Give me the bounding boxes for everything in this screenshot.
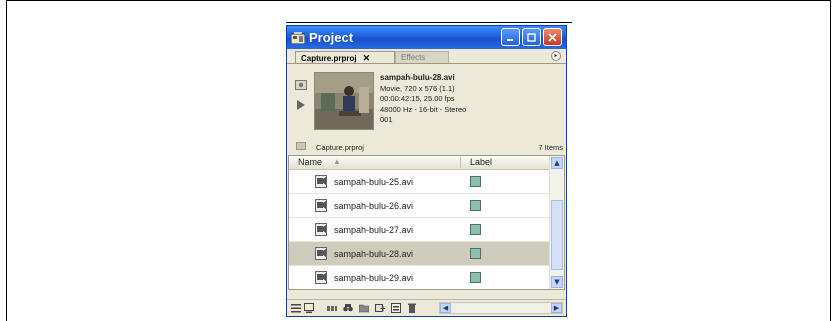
file-name: sampah-bulu-25.avi: [334, 177, 414, 187]
file-name: sampah-bulu-29.avi: [334, 273, 414, 283]
window-title: Project: [309, 30, 354, 45]
panel-menu-button[interactable]: ▸: [551, 51, 561, 61]
label-color-swatch: [470, 200, 481, 211]
minimize-button[interactable]: [501, 28, 520, 46]
title-bar[interactable]: Project: [287, 26, 566, 49]
scroll-down-button[interactable]: ▼: [551, 276, 563, 288]
list-item[interactable]: sampah-bulu-26.avi: [289, 194, 549, 218]
new-item-icon[interactable]: [375, 303, 385, 313]
play-icon[interactable]: [295, 100, 307, 110]
column-header-label[interactable]: Label: [470, 157, 492, 167]
horizontal-scrollbar[interactable]: ◀ ▶: [439, 302, 563, 314]
new-bin-icon[interactable]: [359, 303, 369, 313]
tab-close-icon[interactable]: ✕: [363, 53, 371, 63]
project-name: Capture.prproj: [316, 143, 364, 152]
thumbnail-image: [315, 73, 373, 129]
poster-frame-icon[interactable]: [295, 80, 307, 90]
new-sequence-icon[interactable]: [391, 303, 401, 313]
icon-view-icon[interactable]: [304, 303, 314, 313]
tab-bar: Capture.prproj ✕ Effects ▸: [287, 49, 566, 64]
list-view-icon[interactable]: [291, 303, 301, 313]
file-name: sampah-bulu-26.avi: [334, 201, 414, 211]
column-header-name[interactable]: Name: [298, 157, 322, 167]
video-clip-icon: [315, 175, 327, 188]
tab-capture-prproj[interactable]: Capture.prproj ✕: [295, 51, 395, 63]
label-color-swatch: [470, 272, 481, 283]
clip-preview-area: sampah-bulu-28.avi Movie, 720 x 576 (1.1…: [287, 66, 566, 134]
clip-thumbnail: [314, 72, 374, 130]
label-color-swatch: [470, 224, 481, 235]
clip-format: Movie, 720 x 576 (1.1): [380, 83, 455, 93]
list-item[interactable]: sampah-bulu-25.avi: [289, 170, 549, 194]
maximize-button[interactable]: [522, 28, 541, 46]
video-clip-icon: [315, 247, 327, 260]
maximize-icon: [527, 32, 536, 42]
clip-audio: 48000 Hz - 16-bit - Stereo: [380, 104, 467, 114]
tab-effects[interactable]: Effects: [395, 51, 449, 63]
file-name: sampah-bulu-28.avi: [334, 249, 414, 259]
project-info-bar: Capture.prproj 7 Items: [287, 140, 566, 154]
video-clip-icon: [315, 223, 327, 236]
tab-label: Effects: [401, 53, 426, 62]
premiere-app-icon: [291, 31, 305, 44]
column-divider[interactable]: [460, 157, 461, 168]
list-item[interactable]: sampah-bulu-27.avi: [289, 218, 549, 242]
divider-line: [286, 22, 572, 23]
list-header: Name ▲ Label: [289, 156, 549, 170]
project-item-list: Name ▲ Label sampah-bulu-25.avi sampah-b…: [288, 155, 565, 290]
close-icon: [548, 32, 557, 42]
project-window: Project Capture.prproj ✕ Effects ▸ sampa…: [286, 25, 567, 317]
clip-duration: 00:00:42:15, 25.00 fps: [380, 94, 455, 103]
label-color-swatch: [470, 248, 481, 259]
scroll-up-button[interactable]: ▲: [551, 157, 563, 169]
list-item-selected[interactable]: sampah-bulu-28.avi: [289, 242, 549, 266]
clip-usage: 001: [380, 115, 393, 124]
clear-icon[interactable]: [407, 303, 417, 313]
vertical-scrollbar[interactable]: ▲ ▼: [549, 156, 564, 289]
scroll-left-button[interactable]: ◀: [440, 303, 451, 313]
item-count: 7 Items: [538, 143, 563, 152]
project-folder-icon: [296, 142, 306, 150]
video-clip-icon: [315, 271, 327, 284]
label-color-swatch: [470, 176, 481, 187]
scrollbar-thumb[interactable]: [551, 200, 563, 270]
bottom-toolbar: ◀ ▶: [287, 299, 566, 316]
scroll-right-button[interactable]: ▶: [551, 303, 562, 313]
sort-arrow-icon: ▲: [333, 157, 341, 166]
find-icon[interactable]: [343, 303, 353, 313]
clip-info: sampah-bulu-28.avi Movie, 720 x 576 (1.1…: [380, 73, 466, 126]
file-name: sampah-bulu-27.avi: [334, 225, 414, 235]
video-clip-icon: [315, 199, 327, 212]
clip-name: sampah-bulu-28.avi: [380, 73, 455, 82]
close-button[interactable]: [543, 28, 562, 46]
minimize-icon: [507, 38, 513, 41]
list-item[interactable]: sampah-bulu-29.avi: [289, 266, 549, 289]
tab-label: Capture.prproj: [301, 54, 357, 63]
automate-to-sequence-icon[interactable]: [327, 303, 337, 313]
